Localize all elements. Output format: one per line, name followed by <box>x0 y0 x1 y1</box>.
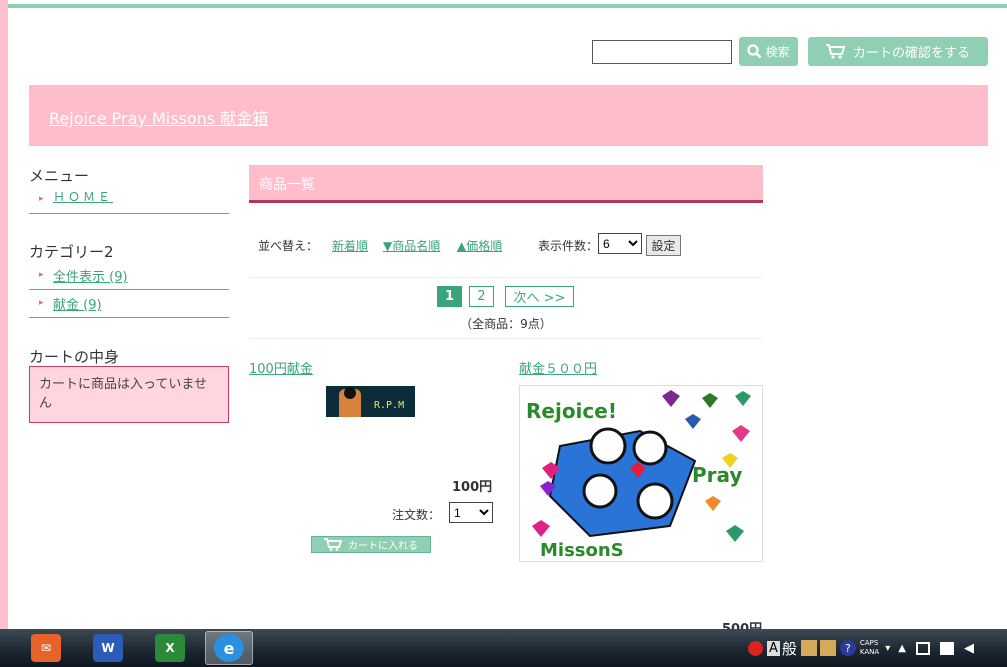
internet-explorer-icon: e <box>214 634 244 662</box>
heart-shape <box>662 390 680 407</box>
next-page-button[interactable]: 次へ >> <box>505 286 574 307</box>
bullet-icon: ▸ <box>39 298 44 308</box>
left-stripe <box>0 0 8 630</box>
taskbar: ✉ W X e A 般 ? CAPS KANA ▾ ▲ ◀ <box>0 629 1007 667</box>
product-list-title: 商品一覧 <box>259 177 315 193</box>
page-1-button[interactable]: 1 <box>437 286 462 307</box>
caps-kana-indicator: CAPS KANA <box>860 639 879 657</box>
bullet-icon: ▸ <box>39 194 44 204</box>
illustration-text: Rejoice! <box>526 399 617 423</box>
page-2-button[interactable]: 2 <box>469 286 494 307</box>
add-to-cart-button[interactable]: カートに入れる <box>311 536 431 553</box>
cart-icon <box>825 44 845 59</box>
volume-icon[interactable]: ◀ <box>964 641 974 656</box>
show-hidden-icons-icon[interactable]: ▲ <box>898 643 906 654</box>
sidebar-item-home[interactable]: ▸ ＨＯＭＥ <box>29 187 229 214</box>
heart-shape <box>735 391 751 406</box>
sidebar-item-donation-link[interactable]: 献金 (9) <box>53 294 102 313</box>
sort-newest-link[interactable]: 新着順 <box>332 237 368 254</box>
system-tray: A 般 ? CAPS KANA ▾ ▲ ◀ <box>748 629 974 667</box>
stop-icon[interactable] <box>748 640 763 656</box>
word-icon: W <box>93 634 123 662</box>
heart-shape <box>732 425 750 442</box>
per-page-label: 表示件数： <box>538 239 599 253</box>
site-banner: Rejoice Pray Missons 献金箱 <box>29 85 988 146</box>
menu-heading: メニュー <box>29 167 90 185</box>
face-shape <box>589 427 627 465</box>
ime-dictionary-icon[interactable] <box>819 640 836 656</box>
add-to-cart-label: カートに入れる <box>348 541 418 552</box>
cart-heading: カートの中身 <box>29 348 120 366</box>
sort-bar: 並べ替え： 新着順 ▼商品名順 ▲価格順 表示件数： 6 設定 <box>249 233 763 257</box>
heart-shape <box>726 525 744 542</box>
face-shape <box>636 482 674 520</box>
cart-empty-message: カートに商品は入っていません <box>39 377 207 411</box>
product-name-link[interactable]: 100円献金 <box>249 358 313 377</box>
search-icon <box>747 44 762 59</box>
search-button-label: 検索 <box>765 45 790 59</box>
kana-text: KANA <box>859 648 880 656</box>
face-shape <box>632 430 668 466</box>
view-cart-button[interactable]: カートの確認をする <box>808 37 988 66</box>
ime-options-icon[interactable]: ▾ <box>885 643 890 654</box>
sidebar-item-home-link[interactable]: ＨＯＭＥ <box>53 188 113 205</box>
total-count: （全商品：9点） <box>460 317 552 331</box>
product-price: 100円 <box>452 480 493 495</box>
sidebar-item-donation[interactable]: ▸ 献金 (9) <box>29 291 229 318</box>
set-button[interactable]: 設定 <box>646 235 681 256</box>
ime-label[interactable]: 般 <box>782 638 797 659</box>
figure-head-shape <box>344 387 356 399</box>
heart-shape <box>702 393 718 408</box>
quantity-select[interactable]: 1 <box>449 502 493 523</box>
quantity-label: 注文数： <box>392 508 441 522</box>
heart-shape <box>532 520 550 537</box>
product-image-text: R.P.M <box>374 400 405 411</box>
product-name-link[interactable]: 献金５００円 <box>519 358 597 377</box>
search-input[interactable] <box>592 40 732 64</box>
per-page-select[interactable]: 6 <box>598 233 642 254</box>
outlook-icon: ✉ <box>31 634 61 662</box>
sort-label: 並べ替え： <box>258 239 319 253</box>
divider <box>249 277 763 278</box>
search-button[interactable]: 検索 <box>739 37 798 66</box>
taskbar-excel[interactable]: X <box>146 631 194 665</box>
illustration-text: Pray <box>692 463 742 487</box>
site-title-link[interactable]: Rejoice Pray Missons 献金箱 <box>49 105 268 129</box>
product-image[interactable]: R.P.M <box>326 386 415 417</box>
illustration-text: MissonS <box>540 540 624 561</box>
product-illustration: Rejoice! Pray MissonS <box>526 390 751 561</box>
bullet-icon: ▸ <box>39 270 44 280</box>
sort-name-link[interactable]: ▼商品名順 <box>383 237 440 254</box>
network-icon[interactable] <box>939 641 954 655</box>
taskbar-word[interactable]: W <box>84 631 132 665</box>
divider <box>249 338 763 339</box>
cart-icon <box>324 538 342 551</box>
help-icon[interactable]: ? <box>839 640 856 656</box>
face-shape <box>582 473 618 509</box>
sort-price-link[interactable]: ▲価格順 <box>457 237 502 254</box>
product-list-header: 商品一覧 <box>249 165 763 203</box>
ime-mode-indicator[interactable]: A <box>767 640 780 656</box>
action-center-icon[interactable] <box>915 641 930 655</box>
excel-icon: X <box>155 634 185 662</box>
taskbar-outlook[interactable]: ✉ <box>22 631 70 665</box>
product-image[interactable]: Rejoice! Pray MissonS <box>519 385 763 562</box>
cart-contents-box: カートに商品は入っていません <box>29 366 229 423</box>
top-rule <box>8 4 1007 8</box>
sidebar-item-all-link[interactable]: 全件表示 (9) <box>53 266 128 285</box>
view-cart-button-label: カートの確認をする <box>852 46 970 61</box>
heart-shape <box>685 414 701 429</box>
ime-tool-icon[interactable] <box>800 640 817 656</box>
heart-shape <box>705 496 721 511</box>
taskbar-internet-explorer[interactable]: e <box>205 631 253 665</box>
caps-text: CAPS <box>859 639 879 647</box>
category-heading: カテゴリー2 <box>29 243 114 261</box>
sidebar-item-all[interactable]: ▸ 全件表示 (9) <box>29 263 229 290</box>
